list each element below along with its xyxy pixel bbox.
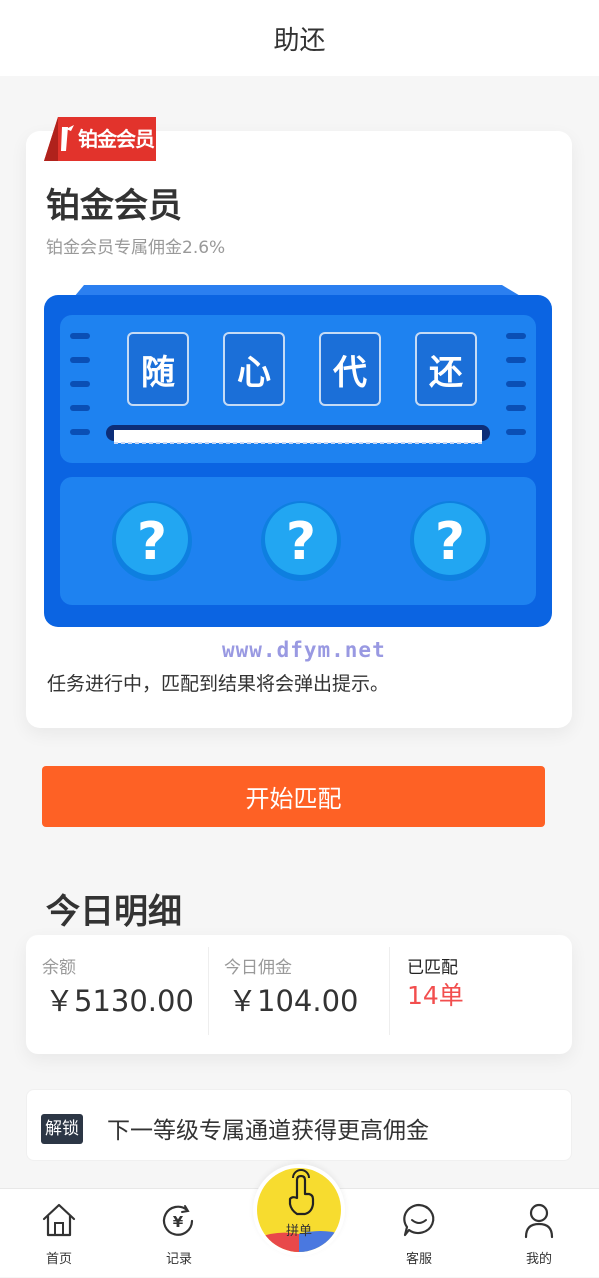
today-stats-card: 余额 ￥5130.00 今日佣金 ￥104.00 已匹配 14单 <box>26 935 572 1054</box>
user-icon <box>524 1203 554 1239</box>
svg-text:¥: ¥ <box>173 1213 184 1231</box>
unlock-banner[interactable]: 解锁 下一等级专属通道获得更高佣金 <box>26 1089 572 1161</box>
member-subtitle: 铂金会员专属佣金2.6% <box>46 238 226 258</box>
svg-text:?: ? <box>137 512 167 572</box>
center-button-face: 拼单 <box>257 1168 341 1252</box>
matched-stat: 已匹配 14单 <box>407 935 557 1054</box>
svg-text:?: ? <box>435 512 465 572</box>
nav-service-label: 客服 <box>405 1252 432 1267</box>
slot-char-4: 还 <box>415 332 477 406</box>
nav-mine[interactable]: 我的 <box>499 1189 579 1278</box>
commission-stat: 今日佣金 ￥104.00 <box>224 935 394 1054</box>
balance-value: ￥5130.00 <box>45 984 194 1018</box>
svg-text:?: ? <box>286 512 316 572</box>
commission-value: ￥104.00 <box>228 984 359 1018</box>
member-title: 铂金会员 <box>46 186 182 226</box>
nav-mine-label: 我的 <box>525 1252 552 1267</box>
slot-char-2: 心 <box>223 332 285 406</box>
question-mark-icon: ? <box>410 501 490 581</box>
nav-home-label: 首页 <box>45 1252 72 1267</box>
slot-char-1: 随 <box>127 332 189 406</box>
unlock-tag: 解锁 <box>41 1114 83 1144</box>
chat-service-icon <box>403 1203 435 1237</box>
center-group-order-button[interactable]: 拼单 <box>253 1164 345 1256</box>
nav-records[interactable]: ¥ 记录 <box>139 1189 219 1278</box>
balance-label: 余额 <box>42 958 76 978</box>
home-icon <box>42 1203 76 1237</box>
center-button-label: 拼单 <box>285 1224 312 1239</box>
question-mark-icon: ? <box>261 501 341 581</box>
nav-records-label: 记录 <box>165 1252 192 1267</box>
page-title: 助还 <box>273 25 326 56</box>
yuan-record-icon: ¥ <box>162 1205 194 1236</box>
stat-divider <box>208 947 209 1035</box>
slot-char-3: 代 <box>319 332 381 406</box>
matched-label: 已匹配 <box>407 958 458 978</box>
nav-service[interactable]: 客服 <box>379 1189 459 1278</box>
badge-label: 铂金会员 <box>78 127 155 151</box>
page-header: 助还 <box>0 0 599 76</box>
task-status-text: 任务进行中，匹配到结果将会弹出提示。 <box>47 673 390 695</box>
start-matching-button[interactable]: 开始匹配 <box>42 766 545 827</box>
watermark-text: www.dfym.net <box>222 638 386 662</box>
question-mark-icon: ? <box>112 501 192 581</box>
nav-home[interactable]: 首页 <box>19 1189 99 1278</box>
commission-label: 今日佣金 <box>224 958 292 978</box>
unlock-text: 下一等级专属通道获得更高佣金 <box>107 1118 429 1144</box>
matched-value: 14单 <box>407 981 464 1010</box>
stat-divider <box>389 947 390 1035</box>
balance-stat: 余额 ￥5130.00 <box>42 935 212 1054</box>
tap-hand-icon <box>257 1169 341 1252</box>
member-badge: 铂金会员 <box>44 117 156 161</box>
today-details-title: 今日明细 <box>46 892 182 932</box>
